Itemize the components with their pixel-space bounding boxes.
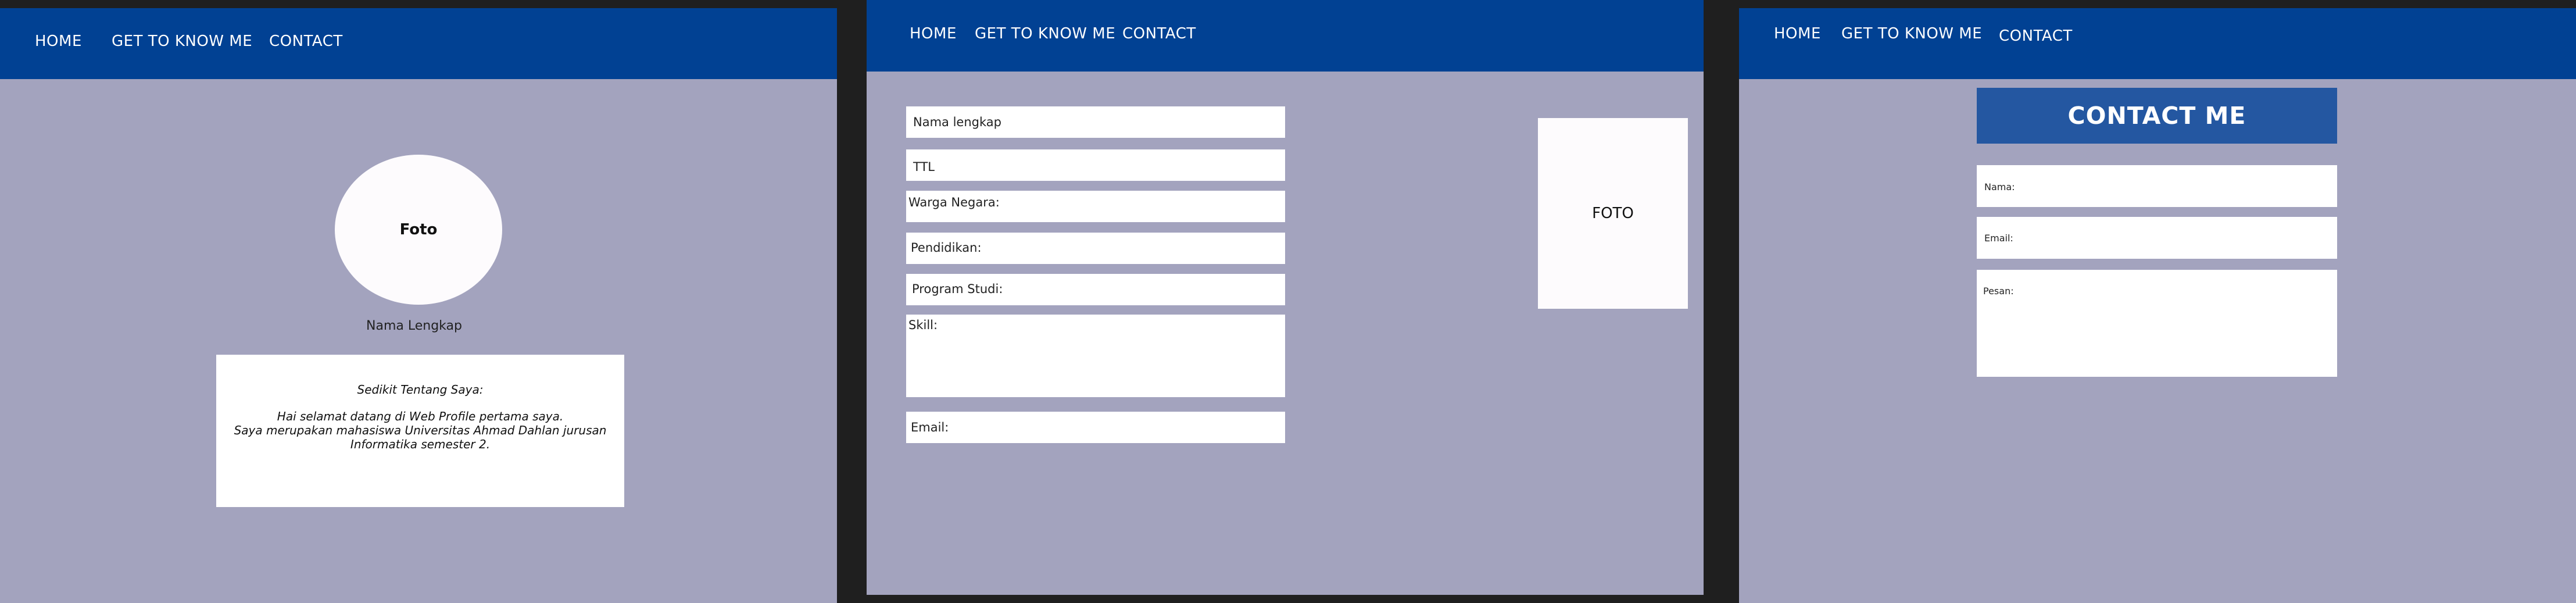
profile-photo: FOTO [1538,118,1688,309]
nationality-field[interactable]: Warga Negara: [906,191,1285,222]
contact-page-frame: HOME GET TO KNOW ME CONTACT CONTACT ME N… [1739,8,2576,603]
nav-home-link[interactable]: HOME [910,25,957,42]
nav-get-to-know-me-link[interactable]: GET TO KNOW ME [112,33,252,50]
about-line-3: Informatika semester 2. [350,437,491,451]
contact-email-input[interactable]: Email: [1977,217,2337,259]
nav-get-to-know-me-link[interactable]: GET TO KNOW ME [1841,25,1982,42]
nav-contact-link[interactable]: CONTACT [1999,27,2073,45]
full-name-label: Nama Lengkap [366,319,462,333]
nav-contact-link[interactable]: CONTACT [1122,25,1196,42]
contact-message-label: Pesan: [1983,286,2014,297]
birth-place-date-field[interactable]: TTL [906,149,1285,181]
profile-page-frame: HOME GET TO KNOW ME CONTACT Nama lengkap… [867,0,1704,595]
skill-field[interactable]: Skill: [906,315,1285,397]
email-field-label: Email: [911,420,949,434]
photo-label: Foto [399,221,438,238]
nationality-field-label: Warga Negara: [908,195,1000,209]
about-line-2: Saya merupakan mahasiswa Universitas Ahm… [234,423,607,437]
contact-name-input[interactable]: Nama: [1977,165,2337,207]
full-name-field[interactable]: Nama lengkap [906,106,1285,138]
contact-message-textarea[interactable]: Pesan: [1977,270,2337,377]
full-name-field-label: Nama lengkap [913,115,1001,129]
contact-me-title: CONTACT ME [2067,102,2246,130]
profile-photo: Foto [335,155,502,305]
email-field[interactable]: Email: [906,412,1285,443]
nav-contact-link[interactable]: CONTACT [269,33,343,50]
education-field[interactable]: Pendidikan: [906,233,1285,264]
contact-email-label: Email: [1984,233,2013,244]
about-title: Sedikit Tentang Saya: [357,383,484,397]
contact-name-label: Nama: [1984,181,2015,192]
navbar: HOME GET TO KNOW ME CONTACT [1739,8,2576,79]
nav-home-link[interactable]: HOME [1774,25,1821,42]
nav-get-to-know-me-link[interactable]: GET TO KNOW ME [975,25,1115,42]
photo-label: FOTO [1592,205,1634,222]
study-program-field-label: Program Studi: [912,282,1003,296]
contact-me-heading: CONTACT ME [1977,88,2337,144]
study-program-field[interactable]: Program Studi: [906,274,1285,305]
about-line-1: Hai selamat datang di Web Profile pertam… [277,409,564,423]
home-page-frame: HOME GET TO KNOW ME CONTACT Foto Nama Le… [0,8,837,603]
skill-field-label: Skill: [908,318,938,332]
about-me-card: Sedikit Tentang Saya: Hai selamat datang… [216,355,624,507]
nav-home-link[interactable]: HOME [35,33,82,50]
education-field-label: Pendidikan: [911,241,982,255]
navbar: HOME GET TO KNOW ME CONTACT [867,0,1704,72]
navbar: HOME GET TO KNOW ME CONTACT [0,8,837,79]
birth-place-date-field-label: TTL [913,160,935,174]
